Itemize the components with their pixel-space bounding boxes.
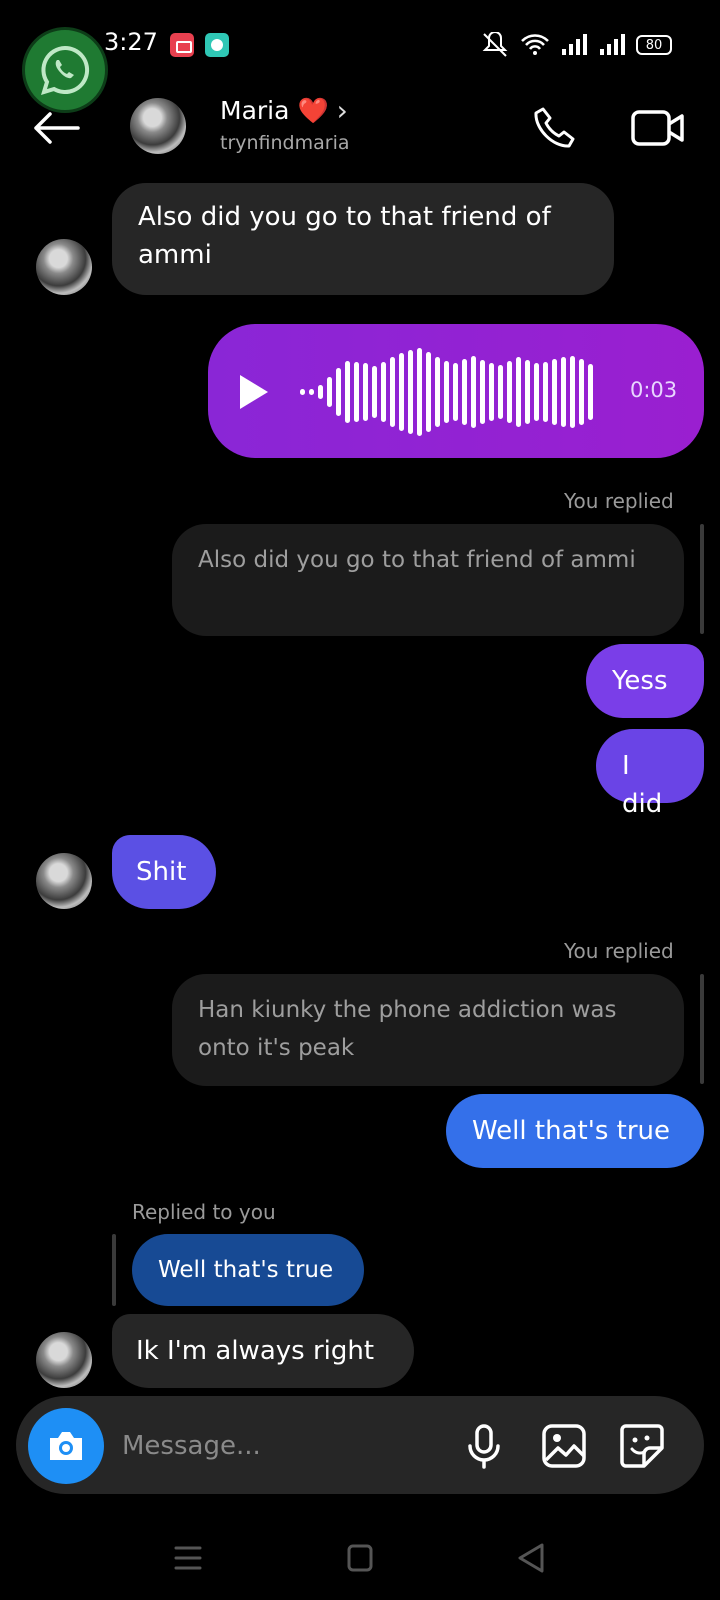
- waveform-bar: [390, 357, 395, 427]
- waveform-bar: [525, 360, 530, 424]
- waveform-bar: [381, 362, 386, 422]
- waveform-bar: [318, 385, 323, 399]
- quoted-message[interactable]: Well that's true: [132, 1234, 364, 1306]
- quoted-text: Han kiunky the phone addiction was onto …: [198, 997, 617, 1061]
- replied-to-you-label: Replied to you: [132, 1200, 276, 1224]
- chevron-right-icon: ›: [336, 94, 348, 127]
- contact-username[interactable]: trynfindmaria: [220, 132, 350, 154]
- message-input[interactable]: [122, 1426, 442, 1466]
- incoming-message[interactable]: Shit: [112, 835, 216, 909]
- video-camera-icon[interactable]: [630, 104, 686, 152]
- waveform-bar: [498, 365, 503, 419]
- outgoing-message[interactable]: I did: [596, 729, 704, 819]
- waveform-bar: [471, 356, 476, 428]
- message-text: I did: [622, 751, 663, 819]
- contact-name-row[interactable]: Maria ❤️ ›: [220, 94, 348, 127]
- quoted-message[interactable]: Also did you go to that friend of ammi: [172, 524, 684, 636]
- quoted-text: Also did you go to that friend of ammi: [198, 547, 636, 573]
- back-arrow-icon[interactable]: [30, 108, 82, 148]
- voice-duration: 0:03: [630, 378, 678, 402]
- play-icon[interactable]: [240, 375, 268, 409]
- waveform-bar: [552, 359, 557, 425]
- waveform-bar: [408, 350, 413, 434]
- waveform-bar: [372, 366, 377, 418]
- incoming-message[interactable]: Ik I'm always right: [112, 1314, 414, 1388]
- waveform-bar: [507, 361, 512, 423]
- waveform-bar: [399, 353, 404, 431]
- contact-avatar[interactable]: [130, 98, 186, 154]
- waveform-bar: [354, 362, 359, 422]
- waveform-bar: [336, 368, 341, 416]
- waveform-bar: [588, 364, 593, 420]
- waveform-bar: [453, 363, 458, 421]
- waveform-bar: [543, 362, 548, 422]
- status-time: 3:27: [104, 28, 158, 56]
- waveform-bar: [417, 348, 422, 436]
- waveform-bar: [561, 357, 566, 427]
- waveform-bar: [480, 360, 485, 424]
- waveform-bar: [462, 359, 467, 425]
- waveform-bar: [300, 389, 305, 395]
- battery-indicator: 80: [636, 35, 672, 55]
- screen-recorder-notification-icon: [170, 33, 194, 57]
- image-icon[interactable]: [540, 1422, 588, 1470]
- message-text: Well that's true: [472, 1116, 671, 1146]
- contact-name: Maria: [220, 96, 290, 125]
- waveform-bar: [516, 357, 521, 427]
- waveform-bar: [435, 357, 440, 427]
- quote-bar: [700, 974, 704, 1084]
- waveform-bar: [327, 377, 332, 407]
- heart-emoji: ❤️: [297, 95, 329, 125]
- waveform-bar: [570, 356, 575, 428]
- signal-icon-1: [562, 34, 587, 55]
- sticker-icon[interactable]: [618, 1422, 666, 1470]
- signal-icon-2: [600, 34, 625, 55]
- status-icons: 80: [480, 30, 672, 60]
- home-button[interactable]: [340, 1540, 380, 1576]
- quoted-text: Well that's true: [158, 1257, 334, 1283]
- outgoing-message[interactable]: Yess: [586, 644, 704, 718]
- quoted-message[interactable]: Han kiunky the phone addiction was onto …: [172, 974, 684, 1086]
- incoming-message[interactable]: Also did you go to that friend of ammi: [112, 183, 614, 295]
- sender-avatar[interactable]: [36, 1332, 92, 1388]
- you-replied-label: You replied: [564, 939, 674, 963]
- audio-waveform: [300, 348, 593, 436]
- wifi-icon: [521, 34, 549, 55]
- waveform-bar: [309, 389, 314, 395]
- camera-button[interactable]: [28, 1408, 104, 1484]
- sender-avatar[interactable]: [36, 853, 92, 909]
- waveform-bar: [426, 352, 431, 432]
- waveform-bar: [345, 361, 350, 423]
- camera-icon: [50, 1432, 82, 1460]
- microphone-icon[interactable]: [460, 1422, 508, 1470]
- quote-bar: [700, 524, 704, 634]
- phone-icon[interactable]: [530, 104, 578, 152]
- back-button[interactable]: [512, 1540, 552, 1576]
- whatsapp-icon: [41, 45, 90, 95]
- recent-apps-button[interactable]: [168, 1540, 208, 1576]
- you-replied-label: You replied: [564, 489, 674, 513]
- waveform-bar: [489, 363, 494, 421]
- message-text: Shit: [136, 857, 187, 887]
- message-text: Also did you go to that friend of ammi: [138, 202, 551, 270]
- outgoing-message[interactable]: Well that's true: [446, 1094, 704, 1168]
- waveform-bar: [534, 363, 539, 421]
- quote-bar: [112, 1234, 116, 1306]
- chat-app-notification-icon: [205, 33, 229, 57]
- mute-icon: [482, 32, 508, 57]
- message-text: Yess: [612, 666, 668, 696]
- whatsapp-floating-bubble[interactable]: [22, 27, 108, 113]
- sender-avatar[interactable]: [36, 239, 92, 295]
- message-text: Ik I'm always right: [136, 1336, 375, 1366]
- waveform-bar: [363, 363, 368, 421]
- waveform-bar: [444, 361, 449, 423]
- waveform-bar: [579, 359, 584, 425]
